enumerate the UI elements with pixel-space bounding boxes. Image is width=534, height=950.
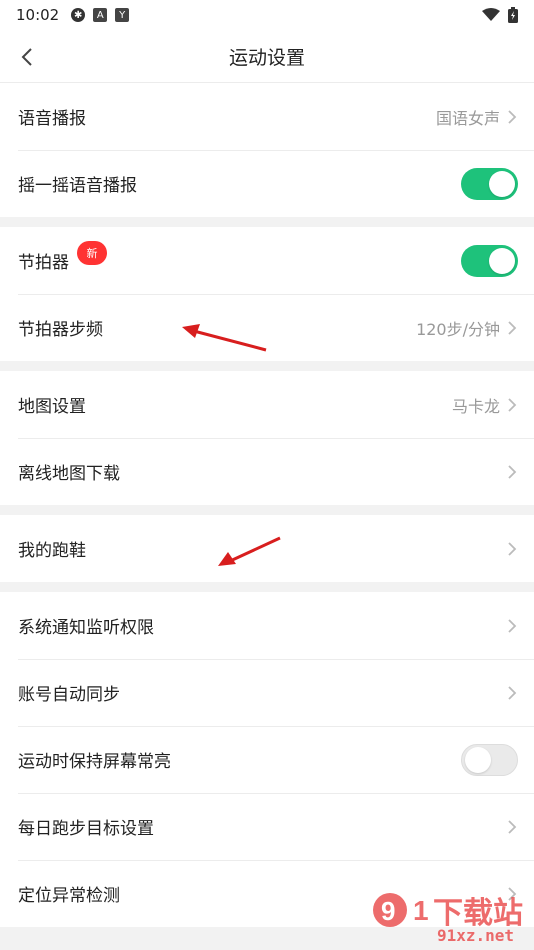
row-label: 账号自动同步 <box>18 685 120 705</box>
row-label: 节拍器步频 <box>18 320 103 340</box>
settings-group-map: 地图设置 马卡龙 离线地图下载 <box>0 371 534 505</box>
watermark: 9 1 下载站 91xz.net <box>365 886 530 948</box>
y-notification-icon: Y <box>115 8 130 22</box>
row-label: 地图设置 <box>18 397 86 417</box>
settings-group-system: 系统通知监听权限 账号自动同步 运动时保持屏幕常亮 每日跑步目标设置 定位异常检… <box>0 592 534 927</box>
chevron-right-icon <box>508 819 517 834</box>
chevron-right-icon <box>508 397 517 412</box>
row-label: 系统通知监听权限 <box>18 618 154 638</box>
svg-text:1: 1 <box>413 895 429 926</box>
watermark-site: 91xz.net <box>437 926 515 945</box>
chevron-left-icon <box>21 47 32 66</box>
a-notification-icon: A <box>93 8 108 22</box>
settings-group-voice: 语音播报 国语女声 摇一摇语音播报 <box>0 83 534 217</box>
row-label: 运动时保持屏幕常亮 <box>18 752 171 772</box>
row-label: 摇一摇语音播报 <box>18 176 137 196</box>
settings-group-metronome: 节拍器 新 节拍器步频 120步/分钟 <box>0 227 534 361</box>
voice-broadcast-row[interactable]: 语音播报 国语女声 <box>0 83 534 150</box>
wifi-icon <box>482 8 500 21</box>
row-label: 每日跑步目标设置 <box>18 819 154 839</box>
back-button[interactable] <box>12 30 42 83</box>
nav-bar: 运动设置 <box>0 30 534 83</box>
daily-goal-row[interactable]: 每日跑步目标设置 <box>0 793 534 860</box>
keep-screen-on-row: 运动时保持屏幕常亮 <box>0 726 534 793</box>
status-time: 10:02 <box>16 6 60 24</box>
toggle-knob <box>465 746 491 773</box>
account-sync-row[interactable]: 账号自动同步 <box>0 659 534 726</box>
map-settings-row[interactable]: 地图设置 马卡龙 <box>0 371 534 438</box>
status-bar: 10:02 ✱ A Y <box>0 0 534 30</box>
notification-permission-row[interactable]: 系统通知监听权限 <box>0 592 534 659</box>
chevron-right-icon <box>508 320 517 335</box>
row-label: 离线地图下载 <box>18 464 120 484</box>
keep-screen-on-toggle[interactable] <box>461 743 518 776</box>
battery-icon <box>508 7 518 23</box>
row-value: 马卡龙 <box>451 396 500 416</box>
row-label: 节拍器 <box>18 253 69 273</box>
my-shoes-row[interactable]: 我的跑鞋 <box>0 515 534 582</box>
chevron-right-icon <box>508 541 517 556</box>
new-badge: 新 <box>77 240 107 265</box>
settings-group-shoes: 我的跑鞋 <box>0 515 534 582</box>
metronome-toggle[interactable] <box>461 244 518 277</box>
toggle-knob <box>489 170 515 197</box>
shake-voice-broadcast-row: 摇一摇语音播报 <box>0 150 534 217</box>
metronome-cadence-row[interactable]: 节拍器步频 120步/分钟 <box>0 294 534 361</box>
offline-map-download-row[interactable]: 离线地图下载 <box>0 438 534 505</box>
page-title: 运动设置 <box>228 46 305 69</box>
row-label: 定位异常检测 <box>18 886 120 906</box>
chevron-right-icon <box>508 109 517 124</box>
shake-voice-toggle[interactable] <box>461 167 518 200</box>
svg-text:9: 9 <box>381 896 395 926</box>
row-value: 120步/分钟 <box>416 319 500 339</box>
chevron-right-icon <box>508 618 517 633</box>
metronome-row: 节拍器 新 <box>0 227 534 294</box>
toggle-knob <box>489 247 515 274</box>
row-value: 国语女声 <box>435 108 500 128</box>
row-label: 语音播报 <box>18 109 86 129</box>
app-notification-icon: ✱ <box>71 8 86 22</box>
chevron-right-icon <box>508 464 517 479</box>
chevron-right-icon <box>508 685 517 700</box>
row-label: 我的跑鞋 <box>18 541 86 561</box>
